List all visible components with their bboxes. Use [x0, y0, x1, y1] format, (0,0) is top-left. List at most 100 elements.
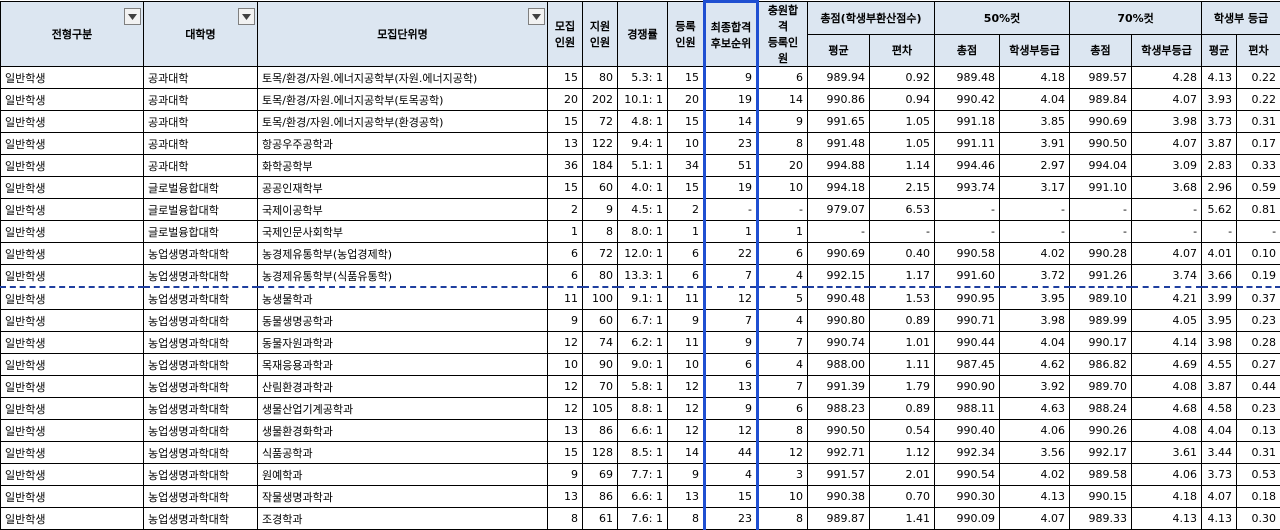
cell-registered[interactable]: 8: [668, 508, 705, 530]
cell-ratio[interactable]: 6.6: 1: [618, 486, 668, 508]
cell-final-waitlist[interactable]: 7: [705, 310, 758, 332]
cell-cut50-grade[interactable]: 2.97: [1000, 155, 1070, 177]
cell-grade-sd[interactable]: 0.18: [1237, 486, 1280, 508]
cell-quota[interactable]: 2: [548, 199, 583, 221]
cell-cut70-total[interactable]: 994.04: [1070, 155, 1132, 177]
cell-applicants[interactable]: 128: [583, 442, 618, 464]
cell-department[interactable]: 원예학과: [258, 464, 548, 486]
cell-cut50-total[interactable]: -: [935, 221, 1000, 243]
cell-grade-avg[interactable]: 3.73: [1202, 111, 1237, 133]
cell-university[interactable]: 공과대학: [144, 133, 258, 155]
cell-cut70-total[interactable]: 989.33: [1070, 508, 1132, 530]
cell-ratio[interactable]: 4.0: 1: [618, 177, 668, 199]
cell-final-waitlist[interactable]: 13: [705, 376, 758, 398]
cell-applicants[interactable]: 90: [583, 354, 618, 376]
cell-total-avg[interactable]: 989.87: [808, 508, 870, 530]
cell-track[interactable]: 일반학생: [1, 67, 144, 89]
cell-grade-avg[interactable]: 3.99: [1202, 287, 1237, 310]
cell-cut50-grade[interactable]: 3.98: [1000, 310, 1070, 332]
cell-quota[interactable]: 6: [548, 265, 583, 288]
cell-total-sd[interactable]: 1.53: [870, 287, 935, 310]
cell-charter-registered[interactable]: 20: [758, 155, 808, 177]
cell-department[interactable]: 농경제유통학부(식품유통학): [258, 265, 548, 288]
cell-applicants[interactable]: 80: [583, 67, 618, 89]
cell-quota[interactable]: 36: [548, 155, 583, 177]
cell-registered[interactable]: 1: [668, 221, 705, 243]
cell-grade-avg[interactable]: 4.07: [1202, 486, 1237, 508]
cell-grade-avg[interactable]: 4.58: [1202, 398, 1237, 420]
cell-quota[interactable]: 15: [548, 442, 583, 464]
cell-total-sd[interactable]: 2.01: [870, 464, 935, 486]
cell-total-sd[interactable]: 1.01: [870, 332, 935, 354]
cell-applicants[interactable]: 70: [583, 376, 618, 398]
cell-university[interactable]: 농업생명과학대학: [144, 376, 258, 398]
cell-registered[interactable]: 6: [668, 243, 705, 265]
cell-total-sd[interactable]: 0.54: [870, 420, 935, 442]
cell-grade-avg[interactable]: 3.73: [1202, 464, 1237, 486]
cell-cut70-grade[interactable]: 4.07: [1132, 133, 1202, 155]
cell-quota[interactable]: 10: [548, 354, 583, 376]
cell-cut70-grade[interactable]: -: [1132, 221, 1202, 243]
cell-quota[interactable]: 9: [548, 310, 583, 332]
cell-cut70-grade[interactable]: 4.07: [1132, 89, 1202, 111]
cell-grade-sd[interactable]: 0.28: [1237, 332, 1280, 354]
cell-cut70-grade[interactable]: 4.21: [1132, 287, 1202, 310]
cell-registered[interactable]: 14: [668, 442, 705, 464]
filter-dropdown-icon[interactable]: [238, 8, 255, 25]
cell-ratio[interactable]: 8.5: 1: [618, 442, 668, 464]
cell-cut50-total[interactable]: 990.90: [935, 376, 1000, 398]
cell-cut70-grade[interactable]: 3.98: [1132, 111, 1202, 133]
cell-total-avg[interactable]: 990.74: [808, 332, 870, 354]
cell-department[interactable]: 산림환경과학과: [258, 376, 548, 398]
cell-track[interactable]: 일반학생: [1, 442, 144, 464]
cell-cut70-total[interactable]: 990.26: [1070, 420, 1132, 442]
cell-grade-avg[interactable]: 3.44: [1202, 442, 1237, 464]
cell-charter-registered[interactable]: 10: [758, 177, 808, 199]
cell-cut50-total[interactable]: 990.44: [935, 332, 1000, 354]
cell-cut50-total[interactable]: 991.11: [935, 133, 1000, 155]
cell-cut70-total[interactable]: 990.69: [1070, 111, 1132, 133]
cell-cut50-grade[interactable]: 4.06: [1000, 420, 1070, 442]
cell-grade-sd[interactable]: 0.13: [1237, 420, 1280, 442]
cell-university[interactable]: 공과대학: [144, 67, 258, 89]
cell-university[interactable]: 글로벌융합대학: [144, 221, 258, 243]
cell-ratio[interactable]: 9.4: 1: [618, 133, 668, 155]
cell-final-waitlist[interactable]: 23: [705, 133, 758, 155]
cell-cut50-grade[interactable]: 4.02: [1000, 243, 1070, 265]
cell-applicants[interactable]: 100: [583, 287, 618, 310]
cell-cut70-grade[interactable]: 4.13: [1132, 508, 1202, 530]
cell-grade-sd[interactable]: 0.27: [1237, 354, 1280, 376]
cell-grade-avg[interactable]: 4.13: [1202, 67, 1237, 89]
cell-university[interactable]: 농업생명과학대학: [144, 265, 258, 288]
cell-registered[interactable]: 9: [668, 310, 705, 332]
cell-university[interactable]: 농업생명과학대학: [144, 310, 258, 332]
cell-quota[interactable]: 11: [548, 287, 583, 310]
cell-ratio[interactable]: 9.1: 1: [618, 287, 668, 310]
cell-ratio[interactable]: 6.7: 1: [618, 310, 668, 332]
cell-ratio[interactable]: 13.3: 1: [618, 265, 668, 288]
cell-university[interactable]: 글로벌융합대학: [144, 177, 258, 199]
cell-applicants[interactable]: 86: [583, 486, 618, 508]
cell-registered[interactable]: 20: [668, 89, 705, 111]
cell-grade-avg[interactable]: 2.83: [1202, 155, 1237, 177]
cell-cut70-grade[interactable]: 4.18: [1132, 486, 1202, 508]
cell-university[interactable]: 농업생명과학대학: [144, 508, 258, 530]
cell-department[interactable]: 동물자원과학과: [258, 332, 548, 354]
cell-charter-registered[interactable]: 8: [758, 133, 808, 155]
cell-cut70-grade[interactable]: -: [1132, 199, 1202, 221]
cell-quota[interactable]: 13: [548, 133, 583, 155]
cell-quota[interactable]: 15: [548, 111, 583, 133]
cell-cut70-total[interactable]: 989.70: [1070, 376, 1132, 398]
cell-total-avg[interactable]: 979.07: [808, 199, 870, 221]
cell-cut50-total[interactable]: 990.40: [935, 420, 1000, 442]
cell-quota[interactable]: 6: [548, 243, 583, 265]
cell-final-waitlist[interactable]: 9: [705, 67, 758, 89]
cell-registered[interactable]: 34: [668, 155, 705, 177]
cell-department[interactable]: 토목/환경/자원.에너지공학부(환경공학): [258, 111, 548, 133]
cell-cut70-grade[interactable]: 4.06: [1132, 464, 1202, 486]
cell-applicants[interactable]: 105: [583, 398, 618, 420]
cell-charter-registered[interactable]: 1: [758, 221, 808, 243]
cell-registered[interactable]: 15: [668, 177, 705, 199]
cell-grade-avg[interactable]: 4.01: [1202, 243, 1237, 265]
cell-final-waitlist[interactable]: 9: [705, 332, 758, 354]
